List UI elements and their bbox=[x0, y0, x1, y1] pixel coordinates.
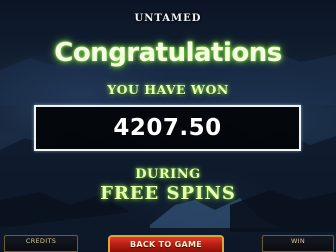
win-panel: WIN bbox=[262, 235, 334, 252]
back-to-game-button[interactable]: BACK TO GAME bbox=[108, 235, 224, 252]
congratulations-headline: Congratulations bbox=[54, 38, 282, 68]
game-logo: UNTAMED bbox=[134, 13, 202, 24]
you-have-won-label: YOU HAVE WON bbox=[107, 82, 229, 97]
during-label: DURING bbox=[135, 167, 201, 182]
free-spins-label: FREE SPINS bbox=[100, 183, 236, 204]
game-screen: UNTAMED Congratulations YOU HAVE WON 420… bbox=[0, 0, 336, 252]
win-amount: 4207.50 bbox=[113, 115, 222, 141]
win-label: WIN bbox=[290, 237, 306, 245]
credits-label: CREDITS bbox=[25, 237, 57, 245]
credits-panel: CREDITS bbox=[4, 235, 78, 252]
bottom-bar: CREDITS BACK TO GAME WIN bbox=[0, 232, 336, 252]
win-amount-box: 4207.50 bbox=[34, 105, 301, 151]
